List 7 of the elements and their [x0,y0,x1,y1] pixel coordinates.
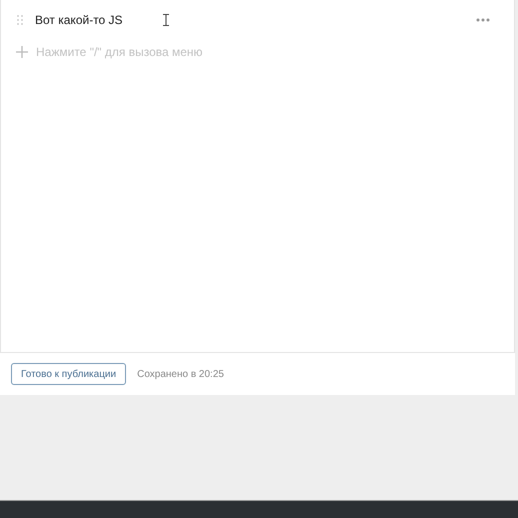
drag-handle-icon[interactable] [17,15,23,25]
save-status: Сохранено в 20:25 [137,368,224,382]
plus-icon[interactable] [16,46,28,58]
ready-to-publish-button[interactable]: Готово к публикации [11,363,126,385]
more-options-icon[interactable] [476,18,490,22]
block-text[interactable]: Вот какой-то JS [35,11,123,29]
text-cursor-icon [162,14,169,26]
